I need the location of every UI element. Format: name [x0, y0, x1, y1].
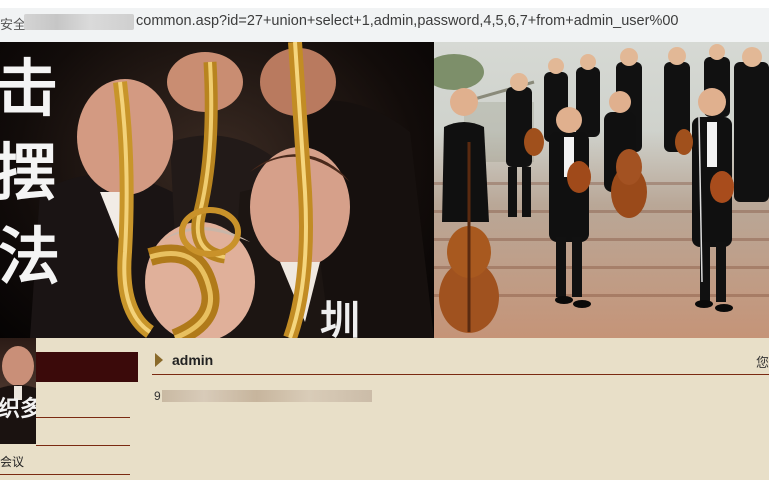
svg-text:圳: 圳: [320, 297, 360, 338]
url-text[interactable]: common.asp?id=27+union+select+1,admin,pa…: [136, 13, 678, 29]
banner-caption-char-1: 击: [0, 52, 58, 125]
banner-image-saxophones: 击 摆 法 圳: [0, 42, 434, 338]
header-right-text[interactable]: 您: [756, 352, 769, 371]
banner-caption-char-3: 法: [0, 220, 60, 293]
redacted-host: [24, 14, 134, 30]
saxophone-photo-illustration: 击 摆 法 圳: [0, 42, 434, 338]
result-prefix: 9: [154, 389, 161, 403]
content-title: admin: [172, 352, 214, 368]
redacted-password-hash: [162, 390, 372, 402]
banner-caption-char-2: 摆: [0, 136, 56, 209]
orchestra-photo-illustration: [434, 44, 769, 333]
sidebar-divider: [36, 445, 130, 446]
security-label: 安全: [0, 17, 27, 32]
tab-strip-edge: [0, 0, 769, 8]
content-header: admin 您: [152, 352, 769, 375]
address-bar[interactable]: 安全 common.asp?id=27+union+select+1,admin…: [0, 0, 769, 42]
sidebar-item-meeting[interactable]: 会议: [0, 453, 24, 470]
sidebar-divider: [0, 474, 130, 475]
sidebar-thumbnail: 织多: [0, 338, 36, 444]
banner-image-orchestra: [434, 42, 769, 338]
triangle-bullet-icon: [155, 353, 163, 367]
sidebar-menu-header: [36, 352, 138, 382]
sidebar-thumbnail-illustration: 织多: [0, 346, 36, 444]
sidebar-thumb-text: 织多: [0, 396, 36, 422]
sidebar-divider: [36, 417, 130, 418]
